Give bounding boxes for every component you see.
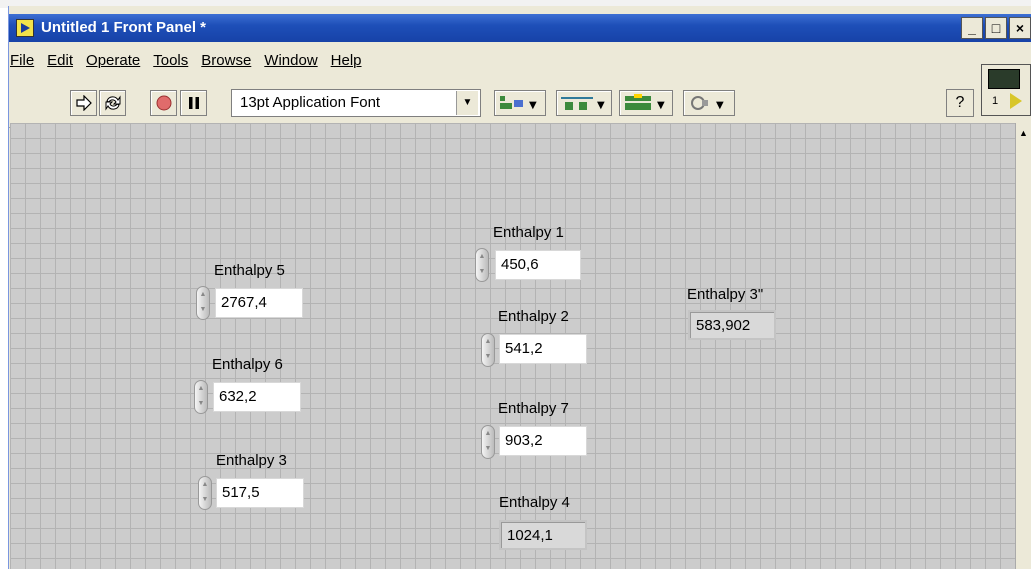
increment-decrement-icon[interactable]: ▲ ▼ [481,333,495,367]
menu-file[interactable]: File [10,52,34,69]
scroll-up-icon[interactable]: ▲ [1016,125,1031,141]
svg-text:▼: ▼ [657,100,665,111]
indicator-label-enthalpy-3-prime: Enthalpy 3" [687,286,764,303]
resize-icon: ▼ [625,94,665,111]
control-label-enthalpy-7: Enthalpy 7 [498,400,569,417]
menu-edit[interactable]: Edit [47,52,73,69]
svg-text:▼: ▼ [597,100,605,111]
menu-browse[interactable]: Browse [201,52,251,69]
menu-bar: File Edit Operate Tools Browse Window He… [10,52,362,69]
help-icon: ? [955,94,965,111]
restore-button[interactable]: □ [985,17,1007,39]
svg-text:▼: ▼ [716,100,724,111]
numeric-control-enthalpy-6[interactable]: 632,2 [213,382,301,412]
menu-window[interactable]: Window [264,52,317,69]
align-icon: ▼ [500,96,537,111]
pause-button[interactable] [180,90,207,116]
numeric-indicator-enthalpy-4: 1024,1 [499,520,587,550]
close-button[interactable]: × [1009,17,1031,39]
context-help-button[interactable]: ? [946,89,974,117]
labview-app-icon [16,19,34,37]
menu-operate[interactable]: Operate [86,52,140,69]
numeric-control-enthalpy-5[interactable]: 2767,4 [215,288,303,318]
pause-icon [188,97,199,109]
distribute-icon: ▼ [561,97,605,111]
control-label-enthalpy-2: Enthalpy 2 [498,308,569,325]
window-title: Untitled 1 Front Panel * [41,19,207,36]
indicator-label-enthalpy-4: Enthalpy 4 [499,494,570,511]
resize-objects-button[interactable]: ▼ [619,90,673,116]
title-bar[interactable]: Untitled 1 Front Panel * _ □ × [9,14,1031,42]
increment-decrement-icon[interactable]: ▲ ▼ [196,286,210,320]
run-arrow-icon [75,95,92,111]
window-controls: _ □ × [961,17,1031,39]
reorder-button[interactable]: ▼ [683,90,735,116]
abort-button[interactable] [150,90,177,116]
run-continuously-icon [105,95,120,111]
run-continuously-button[interactable] [99,90,126,116]
vi-icon-screen-icon [988,69,1020,89]
menu-help[interactable]: Help [331,52,362,69]
distribute-objects-button[interactable]: ▼ [556,90,612,116]
numeric-indicator-enthalpy-3-prime: 583,902 [688,310,776,340]
align-objects-button[interactable]: ▼ [494,90,546,116]
numeric-control-enthalpy-1[interactable]: 450,6 [495,250,581,280]
control-label-enthalpy-5: Enthalpy 5 [214,262,285,279]
increment-decrement-icon[interactable]: ▲ ▼ [481,425,495,459]
font-dropdown-arrow[interactable]: ▼ [456,91,478,115]
numeric-control-enthalpy-3[interactable]: 517,5 [216,478,304,508]
control-label-enthalpy-3: Enthalpy 3 [216,452,287,469]
control-label-enthalpy-6: Enthalpy 6 [212,356,283,373]
vi-icon-number: 1 [992,95,999,107]
vertical-scrollbar[interactable]: ▲ [1015,123,1031,569]
reorder-icon: ▼ [691,96,724,111]
run-button[interactable] [70,90,97,116]
control-label-enthalpy-1: Enthalpy 1 [493,224,564,241]
increment-decrement-icon[interactable]: ▲ ▼ [194,380,208,414]
svg-text:▼: ▼ [529,100,537,111]
font-selector[interactable]: 13pt Application Font [231,89,481,117]
minimize-button[interactable]: _ [961,17,983,39]
menu-tools[interactable]: Tools [153,52,188,69]
vi-icon-arrow-icon [1010,93,1022,109]
numeric-control-enthalpy-2[interactable]: 541,2 [499,334,587,364]
increment-decrement-icon[interactable]: ▲ ▼ [475,248,489,282]
abort-icon [156,95,171,111]
increment-decrement-icon[interactable]: ▲ ▼ [198,476,212,510]
vi-icon-pane[interactable]: 1 [981,64,1031,116]
font-selector-value: 13pt Application Font [240,94,381,111]
numeric-control-enthalpy-7[interactable]: 903,2 [499,426,587,456]
